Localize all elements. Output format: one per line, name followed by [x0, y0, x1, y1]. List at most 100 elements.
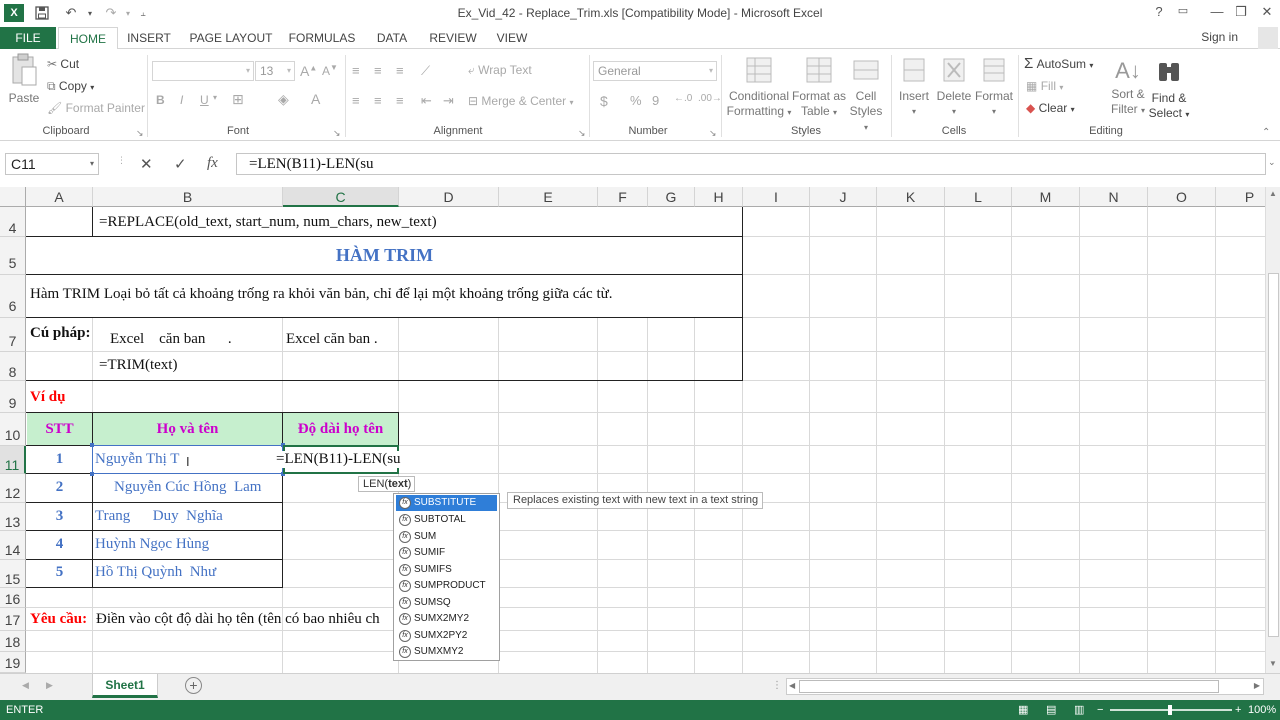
autocomplete-item-sumifs[interactable]: fx SUMIFS [396, 562, 497, 578]
percent-button[interactable]: % [630, 93, 642, 108]
autocomplete-item-sumsq[interactable]: fx SUMSQ [396, 595, 497, 611]
find-select-button[interactable]: Find & Select ▾ [1148, 55, 1190, 122]
merge-center-button[interactable]: ⊟ Merge & Center ▾ [468, 94, 573, 108]
row-header-6[interactable]: 6 [0, 275, 26, 318]
align-top-icon[interactable]: ≡ [352, 63, 360, 78]
row-header-10[interactable]: 10 [0, 413, 26, 446]
expand-formula-bar-icon[interactable]: ⌄ [1268, 157, 1276, 168]
header-stt[interactable]: STT [27, 421, 92, 438]
font-launcher-icon[interactable]: ↘ [333, 128, 341, 139]
scroll-up-icon[interactable]: ▲ [1269, 189, 1277, 198]
autocomplete-item-substitute[interactable]: fx SUBSTITUTE [396, 495, 497, 511]
cell-c7[interactable]: Excel căn ban . [286, 331, 378, 348]
grow-font-icon[interactable]: A▲ [300, 63, 317, 79]
format-as-table-button[interactable]: Format as Table ▾ [792, 55, 846, 120]
cell-name-2[interactable]: Nguyễn Cúc Hồng Lam [114, 479, 261, 496]
decrease-decimal-icon[interactable]: .00→ [698, 93, 722, 104]
autocomplete-item-sumproduct[interactable]: fx SUMPRODUCT [396, 578, 497, 594]
cell-name-4[interactable]: Huỳnh Ngọc Hùng [95, 536, 209, 553]
conditional-formatting-button[interactable]: Conditional Formatting ▾ [726, 55, 792, 120]
align-left-icon[interactable]: ≡ [352, 93, 360, 108]
orientation-icon[interactable]: ⟋ [421, 63, 430, 79]
row-header-19[interactable]: 19 [0, 652, 26, 673]
column-header-n[interactable]: N [1080, 187, 1148, 207]
tab-split-grip-icon[interactable]: ⋮ [772, 680, 782, 691]
scroll-right-icon[interactable]: ▶ [1254, 681, 1260, 690]
worksheet-grid[interactable]: A B C D E F G H I J K L M N O P 4 5 6 7 … [0, 187, 1265, 673]
reference-handle[interactable] [90, 443, 94, 447]
number-launcher-icon[interactable]: ↘ [709, 128, 717, 139]
number-format-box[interactable]: General ▾ [593, 61, 717, 81]
column-header-c[interactable]: C [283, 187, 399, 207]
cell-stt-3[interactable]: 3 [27, 508, 92, 525]
column-header-o[interactable]: O [1148, 187, 1216, 207]
next-sheet-icon[interactable]: ▶ [46, 680, 53, 691]
currency-button[interactable]: $ [600, 93, 608, 109]
cell-b7[interactable]: Excel căn ban . [110, 331, 232, 348]
cell-stt-1[interactable]: 1 [27, 451, 92, 468]
autocomplete-item-sumx2py2[interactable]: fx SUMX2PY2 [396, 628, 497, 644]
insert-function-button[interactable]: fx [207, 155, 218, 172]
increase-indent-icon[interactable]: ⇥ [443, 93, 454, 109]
header-length[interactable]: Độ dài họ tên [283, 421, 398, 438]
clear-button[interactable]: ◆ Clear ▾ [1026, 101, 1075, 115]
avatar[interactable] [1258, 27, 1278, 49]
cell-stt-2[interactable]: 2 [27, 479, 92, 496]
function-argument-hint[interactable]: LEN(text) [358, 476, 415, 492]
cell-stt-4[interactable]: 4 [27, 536, 92, 553]
column-header-g[interactable]: G [648, 187, 695, 207]
comma-button[interactable]: 9 [652, 93, 659, 108]
font-name-box[interactable]: ▾ [152, 61, 254, 81]
align-center-icon[interactable]: ≡ [374, 93, 382, 108]
new-sheet-button[interactable]: + [185, 677, 202, 694]
minimize-button[interactable]: — [1206, 4, 1228, 22]
bold-button[interactable]: B [156, 93, 165, 107]
clipboard-launcher-icon[interactable]: ↘ [136, 128, 144, 139]
tab-page-layout[interactable]: PAGE LAYOUT [186, 27, 276, 49]
column-header-i[interactable]: I [743, 187, 810, 207]
restore-button[interactable]: ❒ [1230, 4, 1252, 22]
sort-filter-button[interactable]: A↓ Sort & Filter ▾ [1106, 55, 1150, 118]
delete-cells-button[interactable]: Delete ▾ [936, 55, 972, 119]
vertical-scrollbar[interactable]: ▲ ▼ [1265, 187, 1280, 673]
vertical-scroll-thumb[interactable] [1268, 273, 1279, 637]
chevron-down-icon[interactable]: ▾ [213, 93, 217, 102]
cell-name-5[interactable]: Hồ Thị Quỳnh Như [95, 564, 216, 581]
horizontal-scrollbar[interactable]: ◀ ▶ [786, 678, 1264, 695]
autocomplete-item-sumif[interactable]: fx SUMIF [396, 545, 497, 561]
zoom-slider-thumb[interactable] [1168, 705, 1172, 715]
tab-formulas[interactable]: FORMULAS [285, 27, 359, 49]
align-middle-icon[interactable]: ≡ [374, 63, 382, 78]
cell-a7[interactable]: Cú pháp: [30, 325, 90, 342]
column-header-e[interactable]: E [499, 187, 598, 207]
scroll-left-icon[interactable]: ◀ [789, 681, 795, 690]
shrink-font-icon[interactable]: A▼ [322, 63, 338, 78]
row-header-4[interactable]: 4 [0, 207, 26, 237]
borders-icon[interactable]: ⊞ [232, 91, 244, 108]
row-header-8[interactable]: 8 [0, 352, 26, 381]
header-name[interactable]: Họ và tên [93, 421, 282, 438]
autocomplete-item-sumxmy2[interactable]: fx SUMXMY2 [396, 644, 497, 660]
cell-name-3[interactable]: Trang Duy Nghĩa [95, 508, 223, 525]
reference-handle[interactable] [90, 472, 94, 476]
row-header-11[interactable]: 11 [0, 446, 26, 474]
name-box[interactable]: C11 ▾ [5, 153, 99, 175]
wrap-text-button[interactable]: ⤶ Wrap Text [468, 63, 532, 78]
help-button[interactable]: ? [1148, 4, 1170, 22]
font-color-icon[interactable]: A [311, 91, 320, 107]
cell-a5-title[interactable]: HÀM TRIM [26, 245, 743, 266]
cell-styles-button[interactable]: Cell Styles ▾ [846, 55, 886, 135]
zoom-level[interactable]: 100% [1248, 700, 1276, 720]
cancel-entry-button[interactable]: ✕ [140, 155, 153, 173]
column-header-p[interactable]: P [1216, 187, 1265, 207]
format-painter-button[interactable]: 🖌 Format Painter [47, 101, 145, 115]
column-header-b[interactable]: B [93, 187, 283, 207]
row-header-9[interactable]: 9 [0, 381, 26, 413]
decrease-indent-icon[interactable]: ⇤ [421, 93, 432, 109]
format-cells-button[interactable]: Format ▾ [975, 55, 1013, 119]
column-header-m[interactable]: M [1012, 187, 1080, 207]
normal-view-icon[interactable]: ▦ [1018, 700, 1028, 720]
font-size-box[interactable]: 13 ▾ [255, 61, 295, 81]
cell-b8[interactable]: =TRIM(text) [99, 357, 177, 374]
cut-button[interactable]: ✂ Cut [47, 57, 79, 71]
